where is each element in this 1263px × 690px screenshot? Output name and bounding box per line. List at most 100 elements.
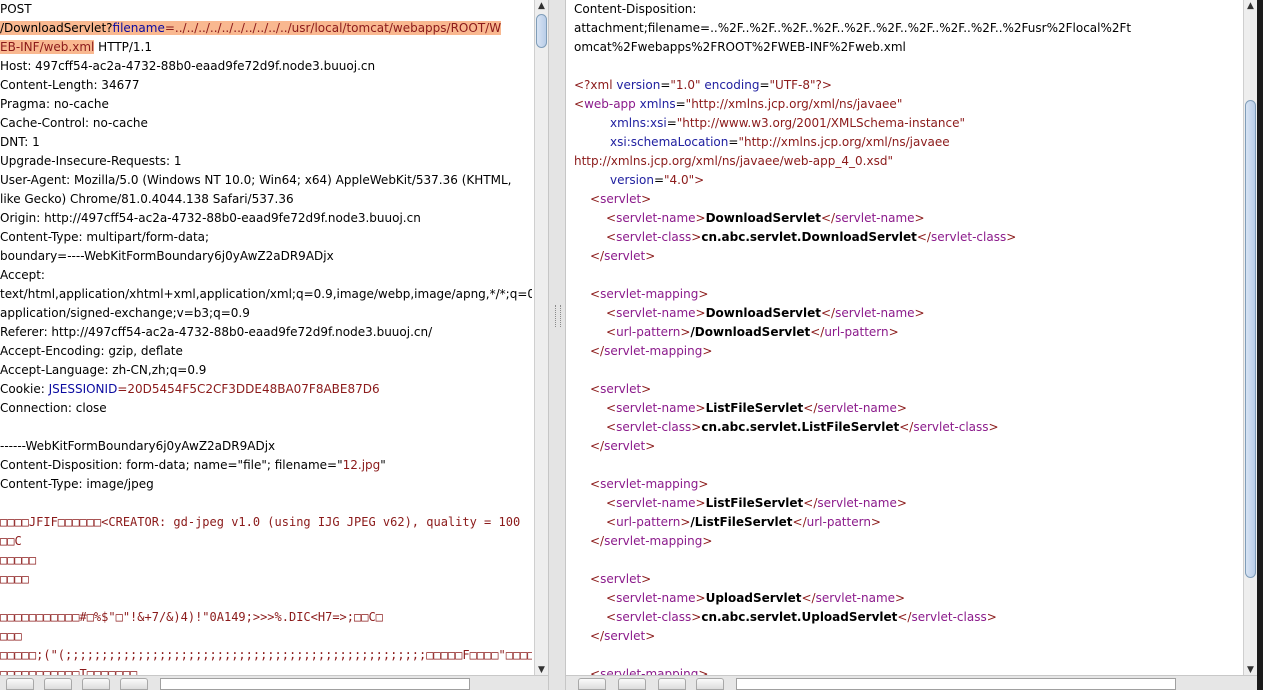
xml-servlet-mapping-open: <servlet-mapping>	[574, 285, 1242, 304]
disposition-filename: 12.jpg	[342, 458, 381, 472]
xml-punct: >	[896, 401, 907, 415]
cookie-name: JSESSIONID	[48, 382, 118, 396]
xml-child-servlet-name: <servlet-name>DownloadServlet</servlet-n…	[574, 304, 1242, 323]
xml-punct: >	[914, 211, 925, 225]
xml-tag-name: servlet	[604, 629, 646, 643]
xml-punct: >	[896, 496, 907, 510]
xml-tag-name: servlet	[604, 249, 646, 263]
request-param-name: filename	[112, 21, 165, 35]
request-param-value: =../../../../../../../../../../usr/local…	[164, 21, 502, 35]
xmlns-attr: xmlns	[639, 97, 676, 111]
xml-child-servlet-class: <servlet-class>cn.abc.servlet.ListFileSe…	[574, 418, 1242, 437]
xml-punct: <	[606, 591, 617, 605]
splitter-grip-icon[interactable]	[555, 305, 561, 327]
request-protocol: HTTP/1.1	[94, 40, 153, 54]
request-header-line: Upgrade-Insecure-Requests: 1	[0, 154, 182, 168]
help-button[interactable]	[578, 678, 606, 690]
pane-splitter[interactable]	[548, 0, 566, 690]
schema-attr: xsi:schemaLocation	[610, 135, 729, 149]
request-editor[interactable]: POST /DownloadServlet?filename=../../../…	[0, 0, 532, 684]
xml-punct: </	[590, 439, 605, 453]
xml-tag-name: servlet-mapping	[604, 344, 703, 358]
help-button[interactable]	[6, 678, 34, 690]
xml-url-pattern-value: /ListFileServlet	[690, 515, 793, 529]
xml-tag-name: servlet	[600, 192, 642, 206]
xml-punct: >	[641, 572, 652, 586]
xml-punct: <	[590, 382, 601, 396]
xml-punct: <	[606, 306, 617, 320]
xml-punct: >	[680, 515, 691, 529]
xml-tag-name: servlet-name	[616, 591, 696, 605]
xml-tag-name: url-pattern	[616, 515, 681, 529]
xml-punct: >	[895, 591, 906, 605]
xml-punct: </	[810, 325, 825, 339]
request-header-line: Accept-Language: zh-CN,zh;q=0.9	[0, 363, 207, 377]
xml-servlet-close: </servlet>	[574, 627, 1242, 646]
xml-child-servlet-name: <servlet-name>ListFileServlet</servlet-n…	[574, 494, 1242, 513]
xml-punct: >	[680, 325, 691, 339]
xml-punct: <	[606, 496, 617, 510]
request-header-line: User-Agent: Mozilla/5.0 (Windows NT 10.0…	[0, 173, 512, 187]
xml-punct: >	[888, 325, 899, 339]
webapp-schema-attr-cont: http://xmlns.jcp.org/xml/ns/javaee/web-a…	[574, 152, 1242, 171]
request-header-line: Pragma: no-cache	[0, 97, 109, 111]
request-header-line: Cache-Control: no-cache	[0, 116, 148, 130]
xml-punct: >	[698, 477, 709, 491]
xml-child-url-pattern: <url-pattern>/DownloadServlet</url-patte…	[574, 323, 1242, 342]
xml-tag-name: servlet-name	[616, 306, 696, 320]
scroll-up-icon[interactable]: ▲	[535, 0, 548, 12]
xml-punct: >	[986, 610, 997, 624]
xml-punct: </	[590, 629, 605, 643]
disposition-suffix: "	[380, 458, 386, 472]
response-pane[interactable]: Content-Disposition: attachment;filename…	[566, 0, 1263, 690]
binary-line: □□□□□	[0, 553, 37, 567]
response-scroll-thumb[interactable]	[1245, 100, 1256, 578]
xml-servlet-open: <servlet>	[574, 190, 1242, 209]
request-search-input[interactable]	[160, 678, 470, 690]
request-header-line: Referer: http://497cff54-ac2a-4732-88b0-…	[0, 325, 433, 339]
xml-tag-name: servlet	[600, 572, 642, 586]
xml-servlet-close: </servlet>	[574, 247, 1242, 266]
xml-punct: >	[695, 496, 706, 510]
request-method: POST	[0, 2, 32, 16]
next-button[interactable]	[696, 678, 724, 690]
request-header-line: like Gecko) Chrome/81.0.4044.138 Safari/…	[0, 192, 294, 206]
request-scroll-thumb[interactable]	[536, 14, 547, 48]
previous-button[interactable]	[44, 678, 72, 690]
previous-button[interactable]	[618, 678, 646, 690]
xml-punct: >	[695, 401, 706, 415]
binary-line: □□□□□;("(;;;;;;;;;;;;;;;;;;;;;;;;;;;;;;;…	[0, 648, 532, 662]
response-viewer[interactable]: Content-Disposition: attachment;filename…	[574, 0, 1242, 684]
xml-servlet-open: <servlet>	[574, 380, 1242, 399]
xml-punct: >	[641, 382, 652, 396]
next-button[interactable]	[120, 678, 148, 690]
xml-tag-name: servlet-mapping	[604, 534, 703, 548]
request-header-line: boundary=----WebKitFormBoundary6j0yAwZ2a…	[0, 249, 334, 263]
xml-servlet-name-value: ListFileServlet	[705, 401, 804, 415]
xml-punct: </	[590, 534, 605, 548]
response-content-disposition-value: attachment;filename=..%2F..%2F..%2F..%2F…	[574, 21, 1132, 35]
xml-tag-name: servlet-mapping	[600, 287, 699, 301]
binary-line: □□□□	[0, 572, 29, 586]
response-search-input[interactable]	[736, 678, 1176, 690]
schema-value-cont: http://xmlns.jcp.org/xml/ns/javaee/web-a…	[574, 154, 893, 168]
request-pane[interactable]: POST /DownloadServlet?filename=../../../…	[0, 0, 548, 690]
xml-punct: <	[606, 515, 617, 529]
request-scrollbar[interactable]: ▲ ▼	[534, 0, 548, 676]
xml-tag-name: servlet	[600, 382, 642, 396]
scroll-up-icon[interactable]: ▲	[1244, 0, 1257, 12]
xml-url-pattern-value: /DownloadServlet	[690, 325, 811, 339]
xml-tag-name: servlet-name	[815, 591, 896, 605]
xml-tag-name: servlet-name	[616, 211, 696, 225]
add-button[interactable]	[658, 678, 686, 690]
response-bottom-toolbar	[566, 675, 1263, 690]
add-button[interactable]	[82, 678, 110, 690]
xml-decl-close: ?>	[815, 78, 832, 92]
response-scrollbar[interactable]: ▲ ▼	[1243, 0, 1257, 676]
xml-child-servlet-name: <servlet-name>DownloadServlet</servlet-n…	[574, 209, 1242, 228]
xml-decl-encoding-name: encoding	[704, 78, 760, 92]
